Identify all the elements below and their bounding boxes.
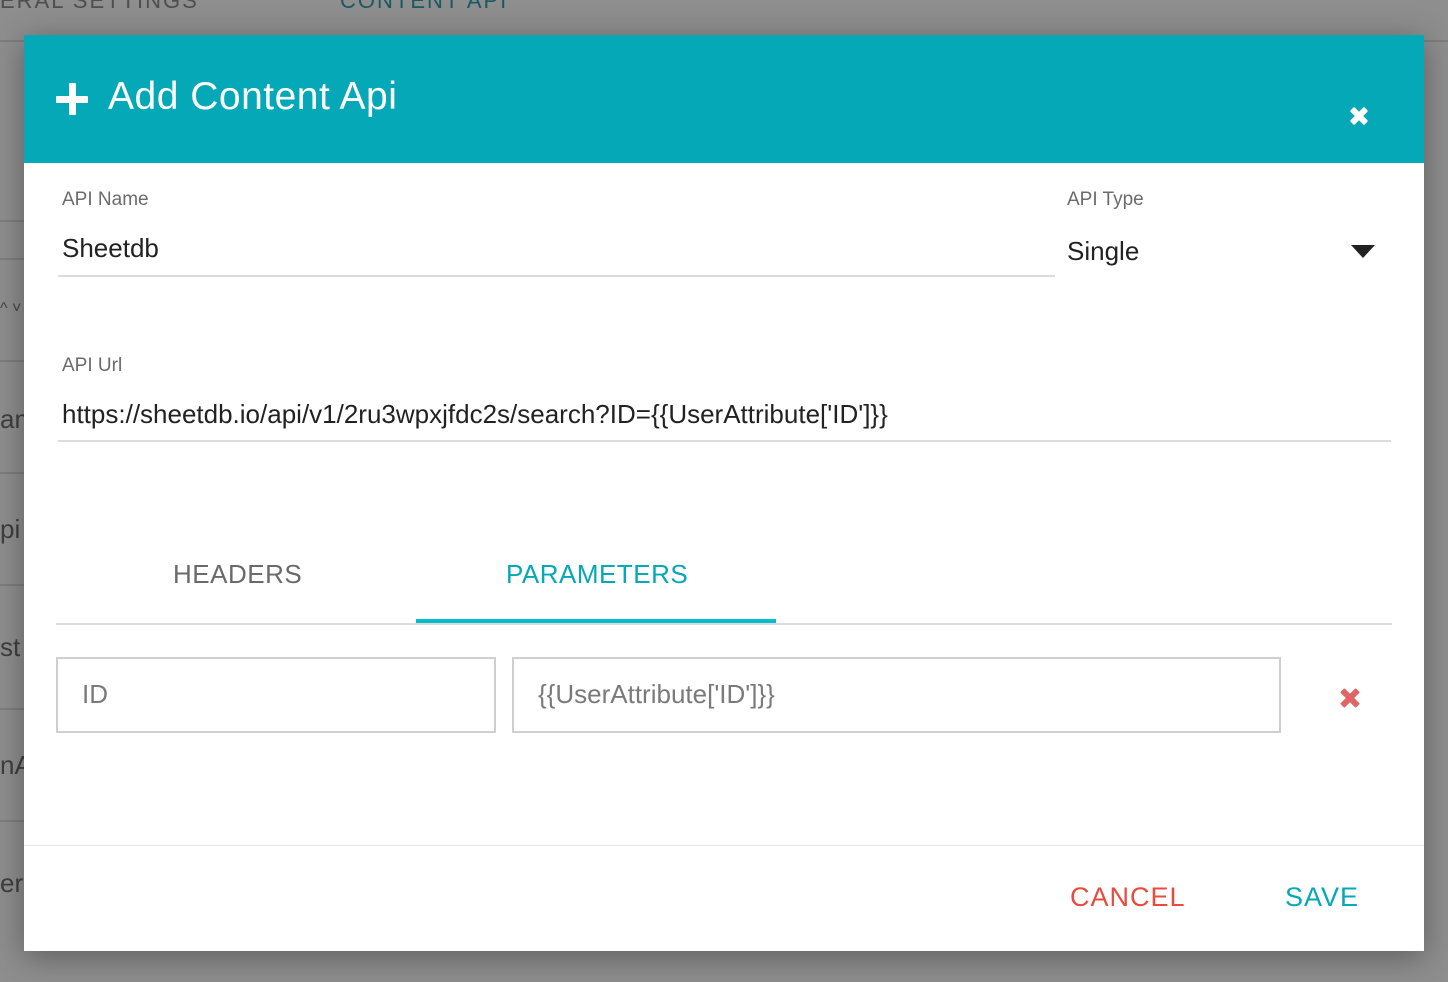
- api-url-underline: [58, 440, 1391, 442]
- api-name-input[interactable]: Sheetdb: [62, 233, 159, 264]
- api-name-label: API Name: [62, 189, 149, 210]
- remove-icon[interactable]: [1338, 686, 1362, 710]
- api-type-select[interactable]: Single: [1067, 236, 1139, 267]
- footer-divider: [24, 845, 1424, 846]
- background-tab-content-api: CONTENT API: [340, 0, 509, 13]
- api-url-input[interactable]: https://sheetdb.io/api/v1/2ru3wpxjfdc2s/…: [62, 399, 888, 430]
- background-divider: [0, 472, 24, 474]
- cancel-button[interactable]: CANCEL: [1070, 882, 1186, 913]
- save-button[interactable]: SAVE: [1285, 882, 1359, 913]
- plus-icon: [56, 83, 88, 115]
- background-divider: [0, 40, 24, 42]
- tab-headers[interactable]: HEADERS: [173, 559, 302, 590]
- parameter-value-value: {{UserAttribute['ID']}}: [538, 679, 775, 709]
- api-url-label: API Url: [62, 355, 123, 376]
- dialog-header: Add Content Api: [24, 35, 1424, 163]
- background-divider: [0, 258, 24, 260]
- parameter-value-field[interactable]: {{UserAttribute['ID']}}: [512, 657, 1281, 733]
- background-divider: [0, 360, 24, 362]
- tab-parameters[interactable]: PARAMETERS: [506, 559, 688, 590]
- background-row-fragment: st: [0, 632, 21, 662]
- caret-down-icon[interactable]: [1351, 245, 1375, 258]
- add-content-api-dialog: Add Content Api API Name Sheetdb API Typ…: [24, 35, 1424, 951]
- dialog-title: Add Content Api: [108, 75, 398, 118]
- background-divider: [0, 708, 24, 710]
- background-divider: [1424, 40, 1448, 42]
- background-tab-general: ERAL SETTINGS: [0, 0, 199, 13]
- parameter-key-value: ID: [82, 679, 108, 709]
- close-icon[interactable]: [1346, 103, 1372, 129]
- api-type-label: API Type: [1067, 189, 1144, 210]
- background-sort-chevrons: ^ ˅: [0, 300, 22, 317]
- parameter-key-field[interactable]: ID: [56, 657, 496, 733]
- active-tab-indicator: [416, 619, 776, 623]
- background-divider: [0, 584, 24, 586]
- background-row-fragment: er: [0, 868, 24, 898]
- tabs-divider: [56, 623, 1392, 625]
- background-divider: [0, 820, 24, 822]
- background-divider: [0, 220, 24, 222]
- background-row-fragment: pi: [0, 514, 21, 544]
- api-name-underline: [58, 275, 1055, 277]
